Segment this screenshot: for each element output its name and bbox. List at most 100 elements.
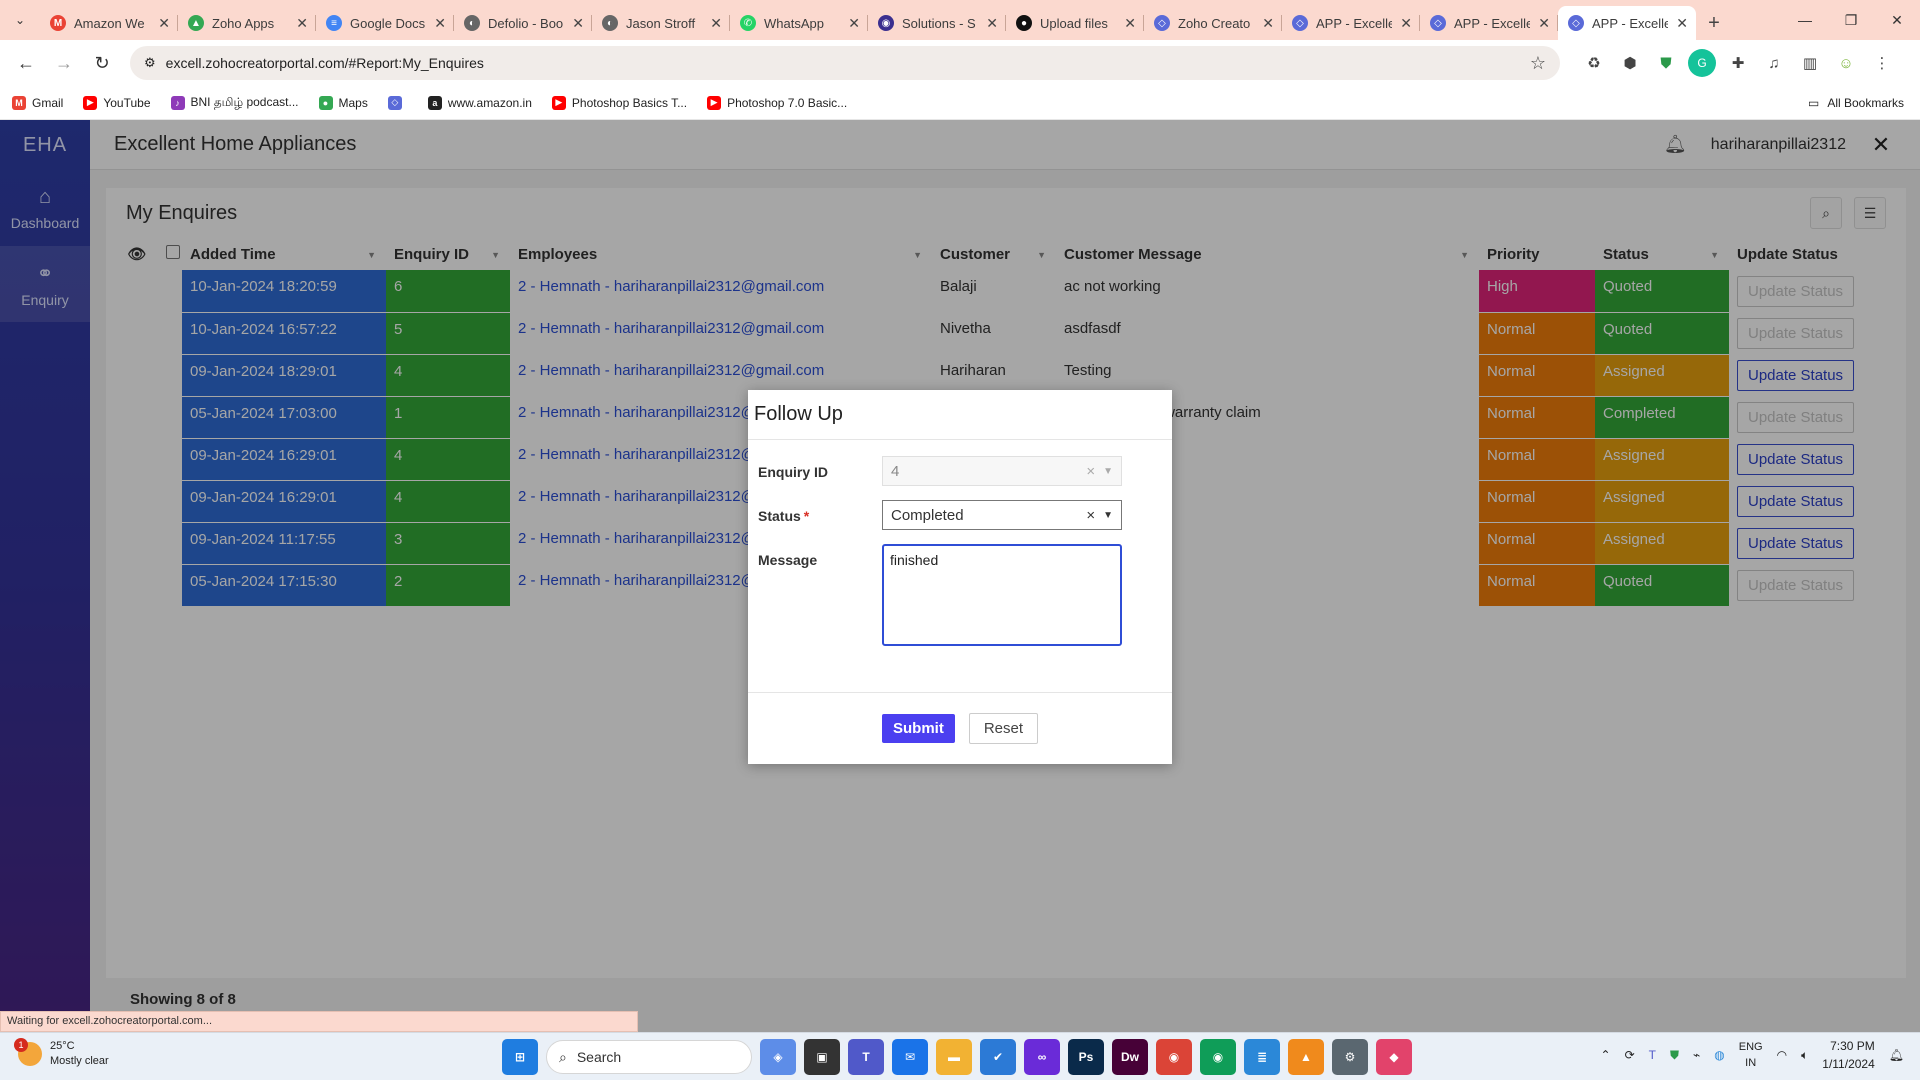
photoshop-icon[interactable]: Ps: [1068, 1039, 1104, 1075]
tab-close-icon[interactable]: ✕: [296, 15, 308, 32]
app-orange-icon[interactable]: ▲: [1288, 1039, 1324, 1075]
bookmark-favicon-icon: M: [12, 95, 26, 110]
bookmark-label: Maps: [338, 95, 368, 110]
site-info-icon[interactable]: ⚙: [144, 55, 156, 71]
chrome-alt-icon[interactable]: ◉: [1200, 1039, 1236, 1075]
tab-search-chevron-icon[interactable]: ⌄: [0, 0, 40, 40]
file-explorer-icon[interactable]: ▬: [936, 1039, 972, 1075]
new-tab-button[interactable]: +: [1696, 6, 1732, 40]
tab-close-icon[interactable]: ✕: [158, 15, 170, 32]
extension-green-shield-icon[interactable]: ⛊: [1652, 49, 1680, 77]
sync-icon[interactable]: ⟳: [1625, 1048, 1635, 1062]
browser-tab[interactable]: ● Upload files ✕: [1006, 6, 1144, 40]
forward-icon[interactable]: →: [48, 47, 80, 79]
bookmark-label: www.amazon.in: [447, 95, 532, 110]
usb-icon[interactable]: ⌁: [1693, 1048, 1700, 1062]
app-pink-icon[interactable]: ◆: [1376, 1039, 1412, 1075]
browser-tab[interactable]: ◉ Solutions - S ✕: [868, 6, 1006, 40]
submit-button[interactable]: Submit: [881, 714, 955, 743]
tab-close-icon[interactable]: ✕: [572, 15, 584, 32]
extension-recycle-icon[interactable]: ♻: [1580, 49, 1608, 77]
browser-tab[interactable]: ◐ Jason Stroff ✕: [592, 6, 730, 40]
meta-icon[interactable]: ∞: [1024, 1039, 1060, 1075]
bookmark-star-icon[interactable]: ☆: [1530, 53, 1546, 74]
clear-icon: ×: [1086, 462, 1096, 480]
browser-tab[interactable]: ▲ Zoho Apps ✕: [178, 6, 316, 40]
tab-close-icon[interactable]: ✕: [710, 15, 722, 32]
tab-close-icon[interactable]: ✕: [848, 15, 860, 32]
bookmark-item[interactable]: ◇: [387, 95, 408, 110]
tab-close-icon[interactable]: ✕: [1676, 15, 1688, 32]
bookmark-item[interactable]: ♪ BNI தமிழ் podcast...: [170, 95, 299, 111]
notification-icon[interactable]: 🔔︎: [1889, 1048, 1904, 1062]
grammarly-icon[interactable]: G: [1688, 49, 1716, 77]
media-control-icon[interactable]: ♫: [1760, 49, 1788, 77]
chrome-icon[interactable]: ◉: [1156, 1039, 1192, 1075]
address-bar[interactable]: ⚙ excell.zohocreatorportal.com/#Report:M…: [130, 46, 1560, 80]
network-globe-icon[interactable]: ◍: [1714, 1048, 1724, 1062]
bookmark-item[interactable]: ● Maps: [318, 95, 368, 110]
profile-avatar-icon[interactable]: ☺: [1832, 49, 1860, 77]
all-bookmarks-button[interactable]: ▭ All Bookmarks: [1808, 96, 1904, 110]
clear-icon[interactable]: ×: [1086, 507, 1095, 524]
extension-shield-icon[interactable]: ⬢: [1616, 49, 1644, 77]
tab-close-icon[interactable]: ✕: [1400, 15, 1412, 32]
follow-up-modal: Follow Up Enquiry ID 4 × ▼ Status * Compl…: [748, 390, 1172, 764]
status-value: Completed: [891, 506, 964, 524]
status-select[interactable]: Completed × ▼: [882, 500, 1122, 530]
reset-button[interactable]: Reset: [968, 713, 1039, 744]
volume-icon[interactable]: 🔈︎: [1801, 1048, 1808, 1063]
browser-tabstrip: ⌄ M Amazon We ✕ ▲ Zoho Apps ✕ ≡ Google Docs ✕ ◐ De…: [0, 0, 1920, 40]
browser-tab[interactable]: ◇ APP - Excelle ✕: [1282, 6, 1420, 40]
minimize-icon[interactable]: —: [1782, 0, 1828, 40]
notepad-icon[interactable]: ≣: [1244, 1039, 1280, 1075]
extensions-puzzle-icon[interactable]: ✚: [1724, 49, 1752, 77]
message-textarea[interactable]: finished: [882, 544, 1122, 646]
tab-title: Upload files: [1040, 15, 1108, 31]
settings-icon[interactable]: ⚙: [1332, 1039, 1368, 1075]
browser-tab[interactable]: ◇ Zoho Creato ✕: [1144, 6, 1282, 40]
restore-icon[interactable]: ❐: [1828, 0, 1874, 40]
bookmark-item[interactable]: M Gmail: [12, 95, 63, 110]
bookmark-favicon-icon: ◇: [387, 95, 402, 110]
clock[interactable]: 7:30 PM 1/11/2024: [1822, 1037, 1875, 1073]
back-icon[interactable]: ←: [10, 47, 42, 79]
browser-tab[interactable]: ◇ APP - Excelle ✕: [1420, 6, 1558, 40]
tab-close-icon[interactable]: ✕: [1124, 15, 1136, 32]
teams-icon[interactable]: T: [848, 1039, 884, 1075]
dreamweaver-icon[interactable]: Dw: [1112, 1039, 1148, 1075]
mail-icon[interactable]: ✉: [892, 1039, 928, 1075]
close-window-icon[interactable]: ✕: [1874, 0, 1920, 40]
browser-tab[interactable]: ◇ APP - Excelle ✕: [1558, 6, 1696, 40]
taskbar-search-box[interactable]: ⌕ Search: [546, 1040, 752, 1074]
teams-tray-icon[interactable]: T: [1649, 1048, 1656, 1062]
browser-tab[interactable]: ✆ WhatsApp ✕: [730, 6, 868, 40]
bookmark-item[interactable]: a www.amazon.in: [427, 95, 532, 110]
tab-close-icon[interactable]: ✕: [434, 15, 446, 32]
browser-tab[interactable]: ≡ Google Docs ✕: [316, 6, 454, 40]
side-panel-icon[interactable]: ▥: [1796, 49, 1824, 77]
status-row: Status * Completed × ▼: [748, 500, 1172, 530]
browser-tab[interactable]: ◐ Defolio - Boo ✕: [454, 6, 592, 40]
windows-start-icon[interactable]: ⊞: [502, 1039, 538, 1075]
tab-close-icon[interactable]: ✕: [1538, 15, 1550, 32]
weather-widget[interactable]: 1 25°C Mostly clear: [14, 1038, 109, 1069]
security-icon[interactable]: ⛊: [1670, 1048, 1679, 1063]
language-indicator[interactable]: ENG IN: [1739, 1039, 1763, 1071]
wifi-icon[interactable]: ◠: [1777, 1048, 1787, 1062]
tab-close-icon[interactable]: ✕: [986, 15, 998, 32]
menu-kebab-icon[interactable]: ⋮: [1868, 49, 1896, 77]
browser-tab[interactable]: M Amazon We ✕: [40, 6, 178, 40]
todo-icon[interactable]: ✔: [980, 1039, 1016, 1075]
bookmark-item[interactable]: ▶ YouTube: [83, 95, 151, 110]
chevron-down-icon[interactable]: ▼: [1103, 510, 1113, 521]
tab-close-icon[interactable]: ✕: [1262, 15, 1274, 32]
tray-chevron-up-icon[interactable]: ⌃: [1601, 1048, 1611, 1062]
copilot-icon[interactable]: ◈: [760, 1039, 796, 1075]
task-view-icon[interactable]: ▣: [804, 1039, 840, 1075]
reload-icon[interactable]: ↻: [86, 47, 118, 79]
bookmark-item[interactable]: ▶ Photoshop Basics T...: [551, 95, 687, 110]
enquiry-id-select: 4 × ▼: [882, 456, 1122, 486]
bookmark-item[interactable]: ▶ Photoshop 7.0 Basic...: [707, 95, 847, 110]
chevron-down-icon: ▼: [1103, 465, 1113, 477]
